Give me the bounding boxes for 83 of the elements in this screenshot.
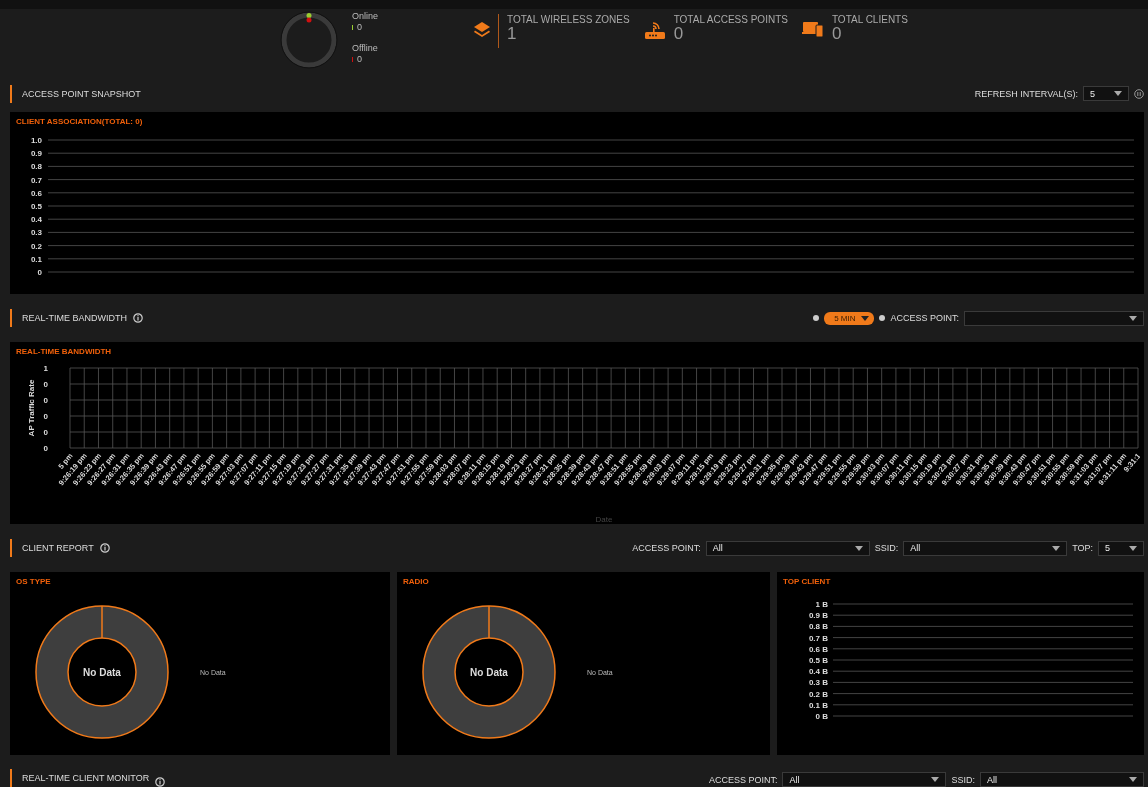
axis-label: 0.6 [30, 188, 42, 198]
axis-label: 0.8 B [808, 622, 828, 632]
filter-label: SSID: [874, 543, 899, 553]
axis-label: 0.7 B [808, 633, 828, 643]
caret-icon [1129, 777, 1137, 782]
layers-icon [472, 20, 492, 40]
axis-label: 0 [37, 268, 42, 277]
status-ring-drawing [280, 11, 338, 69]
axis-label: 0.9 [30, 149, 42, 159]
stat-label: TOTAL WIRELESS ZONES [507, 14, 630, 25]
axis-label: 0.6 B [808, 644, 828, 654]
axis-title: AP Traffic Rate [27, 379, 36, 437]
dot-icon [813, 315, 820, 321]
info-icon[interactable] [133, 313, 143, 323]
axis-label: 0.5 B [808, 656, 828, 665]
info-icon[interactable] [99, 543, 110, 553]
refresh-dropdown[interactable]: 5 [1083, 86, 1129, 101]
filter-dropdown[interactable]: All [980, 772, 1144, 787]
axis-label: 0 [43, 412, 48, 421]
stat-value: 1 [507, 25, 518, 43]
axis-label: 0.5 [30, 202, 42, 211]
caret-icon [1114, 91, 1122, 96]
axis-label: 0 [43, 380, 48, 389]
filter-label: ACCESS POINT: [632, 543, 701, 553]
panel-title: OS TYPE [16, 577, 51, 586]
devices-icon [801, 20, 824, 38]
axis-label: 0.4 B [808, 667, 828, 677]
axis-label: 0.2 [30, 241, 42, 251]
filter-label: ACCESS POINT: [890, 313, 959, 323]
filter-label: SSID: [951, 774, 975, 785]
router-icon [643, 20, 666, 40]
online-count: 0 [352, 22, 378, 33]
section-title: CLIENT REPORT [10, 539, 94, 557]
filter-dropdown[interactable]: 5 [1098, 540, 1144, 556]
axis-label: 0.1 B [808, 700, 828, 710]
caret-icon [931, 777, 940, 782]
panel-title: RADIO [403, 577, 429, 586]
stat-value: 0 [673, 25, 685, 43]
axis-label: 0.1 [30, 254, 42, 264]
info-icon[interactable] [155, 777, 166, 787]
dot-icon [879, 315, 886, 321]
center-label: No Data [470, 667, 508, 678]
caret-icon [1129, 315, 1137, 321]
range-dropdown[interactable]: 5 MIN [824, 311, 875, 325]
offline-count: 0 [352, 54, 378, 65]
axis-label: 0.3 B [808, 678, 828, 688]
axis-label: 0.9 B [808, 611, 828, 621]
axis-label: 0.4 [30, 215, 42, 225]
offline-label: Offline [352, 43, 378, 54]
caret-icon [854, 545, 863, 551]
filter-label: TOP: [1072, 543, 1093, 553]
caret-icon [861, 315, 870, 321]
axis-label: 1 B [815, 600, 828, 609]
pause-icon[interactable] [1134, 88, 1144, 99]
center-label: No Data [83, 667, 121, 678]
panel-title: REAL-TIME BANDWIDTH [16, 347, 112, 356]
axis-label: 0 B [815, 712, 828, 721]
stat-label: TOTAL CLIENTS [831, 14, 908, 25]
filter-dropdown[interactable]: All [782, 772, 947, 787]
axis-label: 1 [43, 364, 48, 373]
filter-label: REFRESH INTERVAL(S): [974, 88, 1078, 99]
filter-dropdown[interactable]: All [705, 540, 870, 556]
stat-value: 0 [831, 25, 843, 43]
axis-title: Date [595, 515, 613, 524]
panel-title: TOP CLIENT [783, 577, 831, 586]
filter-label: ACCESS POINT: [708, 774, 778, 785]
axis-label: 0.3 [30, 228, 42, 238]
axis-label: 0 [43, 428, 48, 437]
axis-label: 0.2 B [808, 689, 828, 699]
section-title: REAL-TIME BANDWIDTH [10, 309, 127, 327]
axis-label: 0.7 [30, 175, 42, 185]
section-title: ACCESS POINT SNAPSHOT [10, 84, 141, 103]
filter-dropdown[interactable]: All [903, 540, 1068, 556]
axis-label: 0 [43, 396, 48, 405]
axis-label: 0 [43, 444, 48, 453]
online-label: Online [352, 11, 378, 22]
caret-icon [1052, 545, 1061, 551]
caret-icon [1129, 545, 1137, 551]
axis-label: 0.8 [30, 162, 42, 172]
stat-label: TOTAL ACCESS POINTS [673, 14, 788, 25]
axis-label: 1.0 [30, 136, 42, 145]
panel-title: CLIENT ASSOCIATION(TOTAL: 0) [16, 117, 143, 126]
section-title: REAL-TIME CLIENT MONITOR [10, 769, 150, 787]
